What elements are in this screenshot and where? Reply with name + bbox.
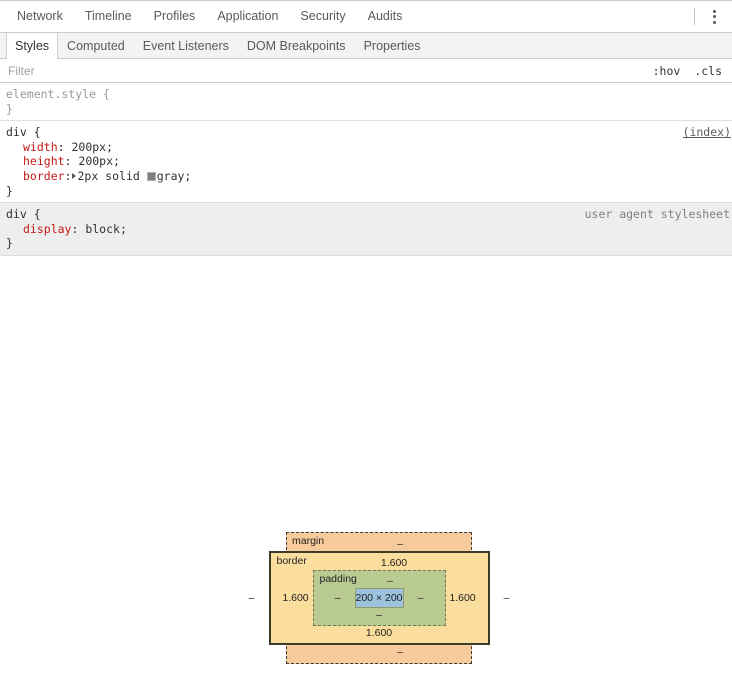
panel-menu-item-security[interactable]: Security — [289, 1, 356, 32]
tab-styles[interactable]: Styles — [6, 33, 59, 59]
filter-input[interactable] — [0, 58, 310, 83]
box-model-content-region[interactable]: 200 × 200 — [354, 587, 404, 608]
styles-rules-list: element.style { } (index) div { width: 2… — [0, 83, 732, 256]
declaration-value[interactable]: 2px solid — [77, 169, 146, 183]
rule-selector[interactable]: div { — [6, 125, 732, 140]
tab-event-listeners[interactable]: Event Listeners — [134, 33, 238, 58]
rule-close-brace: } — [6, 183, 13, 198]
box-model-diagram: margin – – border 1.600 1.600 padding – … — [249, 531, 509, 664]
declaration-height[interactable]: height: 200px; — [6, 154, 732, 169]
box-model-border-region[interactable]: border 1.600 1.600 padding – – 200 × 200… — [268, 550, 490, 645]
tab-properties[interactable]: Properties — [355, 33, 430, 58]
box-model-padding-label: padding — [319, 572, 357, 585]
box-model-border-bottom[interactable]: 1.600 — [279, 626, 480, 640]
declaration-value[interactable]: 200px; — [71, 140, 113, 154]
tab-computed[interactable]: Computed — [58, 33, 134, 58]
expand-shorthand-triangle-icon[interactable] — [72, 172, 77, 179]
box-model-padding-left[interactable]: – — [321, 591, 355, 605]
style-rule-element-style[interactable]: element.style { } — [0, 83, 732, 122]
box-model-margin-left[interactable]: – — [235, 591, 269, 605]
panel-menubar: Network Timeline Profiles Application Se… — [0, 0, 732, 33]
box-model-margin-right[interactable]: – — [490, 591, 524, 605]
box-model-border-label: border — [276, 554, 307, 567]
metrics-area: margin – – border 1.600 1.600 padding – … — [0, 255, 732, 676]
style-rule-div-author[interactable]: (index) div { width: 200px; height: 200p… — [0, 121, 732, 204]
declaration-border[interactable]: border: 2px solid gray; — [6, 169, 732, 184]
panel-menu-item-audits[interactable]: Audits — [357, 1, 414, 32]
rule-close-brace: } — [6, 101, 13, 116]
rule-origin-link[interactable]: (index) — [683, 125, 731, 140]
toggle-hover-state-button[interactable]: :hov — [651, 63, 683, 79]
panel-menu-item-application[interactable]: Application — [206, 1, 289, 32]
declaration-property[interactable]: width — [23, 140, 58, 154]
rule-close-brace: } — [6, 236, 13, 251]
panel-menu-item-network[interactable]: Network — [6, 1, 74, 32]
box-model-border-right[interactable]: 1.600 — [446, 591, 480, 605]
panel-menu-item-timeline[interactable]: Timeline — [74, 1, 143, 32]
box-model-margin-region[interactable]: margin – – border 1.600 1.600 padding – … — [249, 531, 509, 664]
panel-menubar-right — [694, 1, 732, 32]
box-model-border-middle-row: 1.600 padding – – 200 × 200 – – 1.600 — [279, 569, 480, 626]
tab-dom-breakpoints[interactable]: DOM Breakpoints — [238, 33, 355, 58]
box-model-border-left[interactable]: 1.600 — [279, 591, 313, 605]
box-model-margin-bottom[interactable]: – — [296, 645, 462, 659]
sidebar-tabstrip: Styles Computed Event Listeners DOM Brea… — [0, 33, 732, 59]
declaration-colon: : — [64, 154, 79, 169]
filter-bar-actions: :hov .cls — [651, 59, 724, 82]
declaration-colon: : — [71, 221, 86, 236]
declaration-width[interactable]: width: 200px; — [6, 140, 732, 155]
declaration-colon: : — [57, 139, 72, 154]
box-model-padding-right[interactable]: – — [404, 591, 438, 605]
style-rule-div-user-agent[interactable]: user agent stylesheet div { display: blo… — [0, 203, 732, 256]
box-model-border-top[interactable]: 1.600 — [279, 556, 480, 570]
declaration-value[interactable]: block; — [85, 222, 127, 236]
panel-menu-item-profiles[interactable]: Profiles — [143, 1, 207, 32]
filter-bar: :hov .cls — [0, 58, 732, 83]
rule-selector[interactable]: element.style { — [6, 87, 732, 102]
declaration-property[interactable]: border — [23, 169, 65, 183]
declaration-value-color-name[interactable]: gray; — [157, 169, 192, 183]
kebab-menu-icon[interactable] — [703, 5, 725, 29]
declaration-property[interactable]: height — [23, 154, 65, 168]
box-model-margin-label: margin — [292, 534, 325, 547]
declaration-property[interactable]: display — [23, 222, 71, 236]
box-model-padding-middle-row: – 200 × 200 – — [321, 587, 438, 608]
box-model-padding-region[interactable]: padding – – 200 × 200 – – — [312, 569, 446, 626]
toggle-class-button[interactable]: .cls — [692, 63, 724, 79]
rule-origin-label: user agent stylesheet — [584, 207, 730, 222]
toolbar-divider — [694, 8, 695, 25]
declaration-value[interactable]: 200px; — [78, 154, 120, 168]
color-swatch-icon[interactable] — [146, 171, 156, 181]
declaration-display[interactable]: display: block; — [6, 222, 732, 237]
box-model-padding-bottom[interactable]: – — [321, 608, 438, 622]
panel-menu-list: Network Timeline Profiles Application Se… — [0, 1, 413, 32]
declaration-colon: : — [64, 168, 72, 183]
box-model-margin-middle-row: – border 1.600 1.600 padding – – 200 × 2… — [249, 550, 509, 645]
